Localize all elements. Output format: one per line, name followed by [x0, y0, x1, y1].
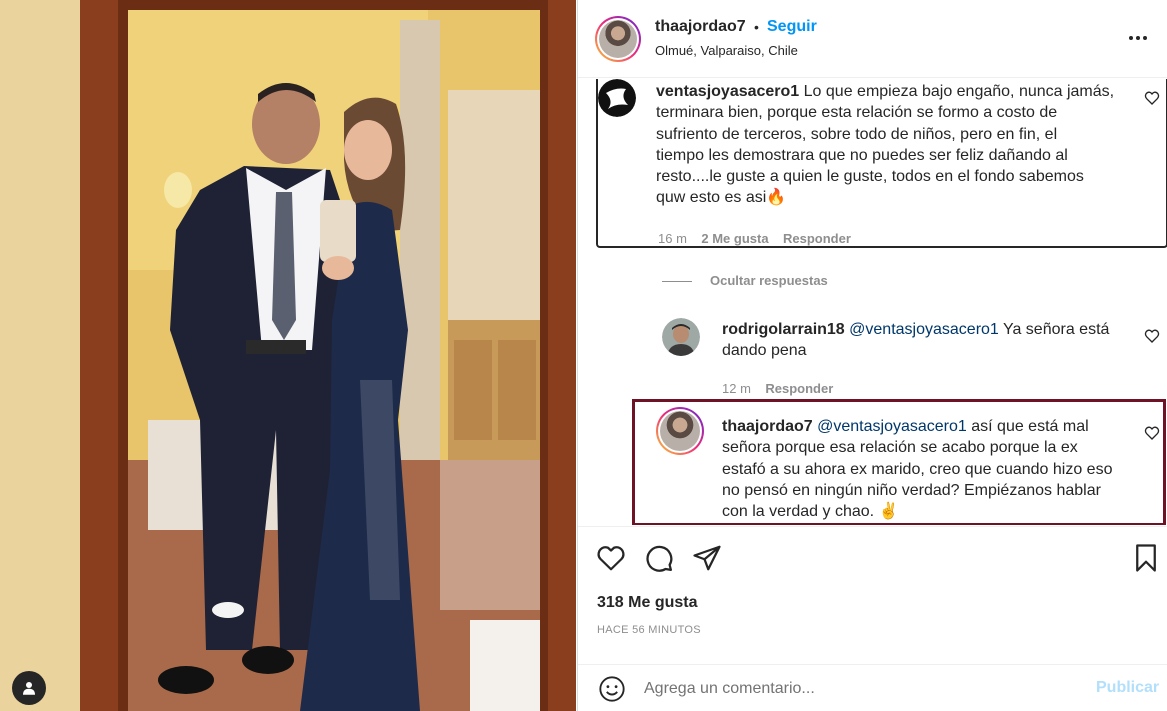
- like-comment-heart-icon[interactable]: [1144, 90, 1160, 106]
- comment-input[interactable]: [644, 675, 1084, 703]
- comment-line: sufriento de terceros, sobre todo de niñ…: [656, 125, 1058, 143]
- reply-time: 12 m: [722, 381, 751, 396]
- mirror-selfie-image: [0, 0, 576, 711]
- comment-likes[interactable]: 2 Me gusta: [701, 231, 768, 246]
- reply-line: estafó a su ahora ex marido, creo que cu…: [722, 460, 1113, 478]
- reply-mention-link[interactable]: @ventasjoyasacero1: [849, 321, 999, 338]
- more-horizontal-icon: [1129, 36, 1147, 40]
- post-panel: thaajordao7 • Seguir Olmué, Valparaiso, …: [577, 0, 1167, 711]
- comment-username[interactable]: ventasjoyasacero1: [656, 83, 799, 100]
- add-comment-bar: Publicar: [578, 664, 1167, 711]
- publish-button[interactable]: Publicar: [1096, 679, 1159, 697]
- follow-button[interactable]: Seguir: [767, 18, 817, 36]
- comment-time: 16 m: [658, 231, 687, 246]
- hide-replies-button[interactable]: Ocultar respuestas: [710, 273, 828, 288]
- reply-author-avatar[interactable]: [656, 407, 704, 455]
- reply-line: Ya señora está: [1002, 321, 1110, 338]
- reply-line: así que está mal: [971, 418, 1089, 435]
- comments-list[interactable]: ventasjoyasacero1 Lo que empieza bajo en…: [578, 79, 1167, 525]
- reply-button[interactable]: Responder: [765, 381, 833, 396]
- hide-replies-line: [662, 281, 692, 282]
- comment-line: quw esto es asi🔥: [656, 189, 787, 207]
- reply-body: rodrigolarrain18 @ventasjoyasacero1 Ya s…: [722, 319, 1142, 362]
- author-username[interactable]: thaajordao7: [655, 18, 746, 36]
- reply-line: con la verdad y chao. ✌️: [722, 503, 899, 521]
- reply-avatar[interactable]: [662, 318, 700, 356]
- reply-mention-link[interactable]: @ventasjoyasacero1: [817, 418, 967, 435]
- comment-bubble-icon[interactable]: [644, 543, 674, 573]
- reply-username[interactable]: rodrigolarrain18: [722, 321, 845, 338]
- reply-button[interactable]: Responder: [783, 231, 851, 246]
- comment-line: Lo que empieza bajo engaño, nunca jamás,: [803, 83, 1115, 100]
- post-timestamp: HACE 56 MINUTOS: [597, 624, 701, 636]
- comment-line: tiempo les demostrara que no puedes ser …: [656, 146, 1068, 164]
- post-photo[interactable]: [0, 0, 576, 711]
- reply-line: dando pena: [722, 342, 807, 360]
- likes-count[interactable]: 318 Me gusta: [597, 594, 697, 612]
- post-header: thaajordao7 • Seguir Olmué, Valparaiso, …: [578, 0, 1167, 78]
- reply-line: no pensó en ningún niño verdad? Empiézan…: [722, 481, 1101, 499]
- share-paper-plane-icon[interactable]: [692, 543, 722, 573]
- tagged-user-button[interactable]: [12, 671, 46, 705]
- like-reply-heart-icon[interactable]: [1144, 328, 1160, 344]
- author-avatar[interactable]: [595, 16, 641, 62]
- reply-username[interactable]: thaajordao7: [722, 418, 813, 435]
- like-heart-icon[interactable]: [596, 543, 626, 573]
- location-link[interactable]: Olmué, Valparaiso, Chile: [655, 43, 798, 58]
- more-options-button[interactable]: [1126, 26, 1150, 50]
- comment-line: terminara bien, porque esta relación se …: [656, 104, 1058, 122]
- user-icon: [23, 682, 35, 695]
- reply-body: thaajordao7 @ventasjoyasacero1 así que e…: [722, 416, 1142, 522]
- comment-line: resto....le guste a quien le guste, todo…: [656, 168, 1084, 186]
- separator-dot: •: [754, 19, 759, 35]
- comment-meta: 16 m 2 Me gusta Responder: [658, 231, 851, 246]
- post-actions: 318 Me gusta HACE 56 MINUTOS: [578, 526, 1167, 646]
- like-reply-heart-icon[interactable]: [1144, 425, 1160, 441]
- comment-body: ventasjoyasacero1 Lo que empieza bajo en…: [656, 81, 1136, 209]
- commenter-avatar[interactable]: [598, 79, 636, 117]
- reply-meta: 12 m Responder: [722, 381, 833, 396]
- save-bookmark-icon[interactable]: [1131, 543, 1161, 573]
- reply-line: señora porque esa relación se acabo porq…: [722, 439, 1078, 457]
- emoji-smiley-icon[interactable]: [598, 675, 626, 703]
